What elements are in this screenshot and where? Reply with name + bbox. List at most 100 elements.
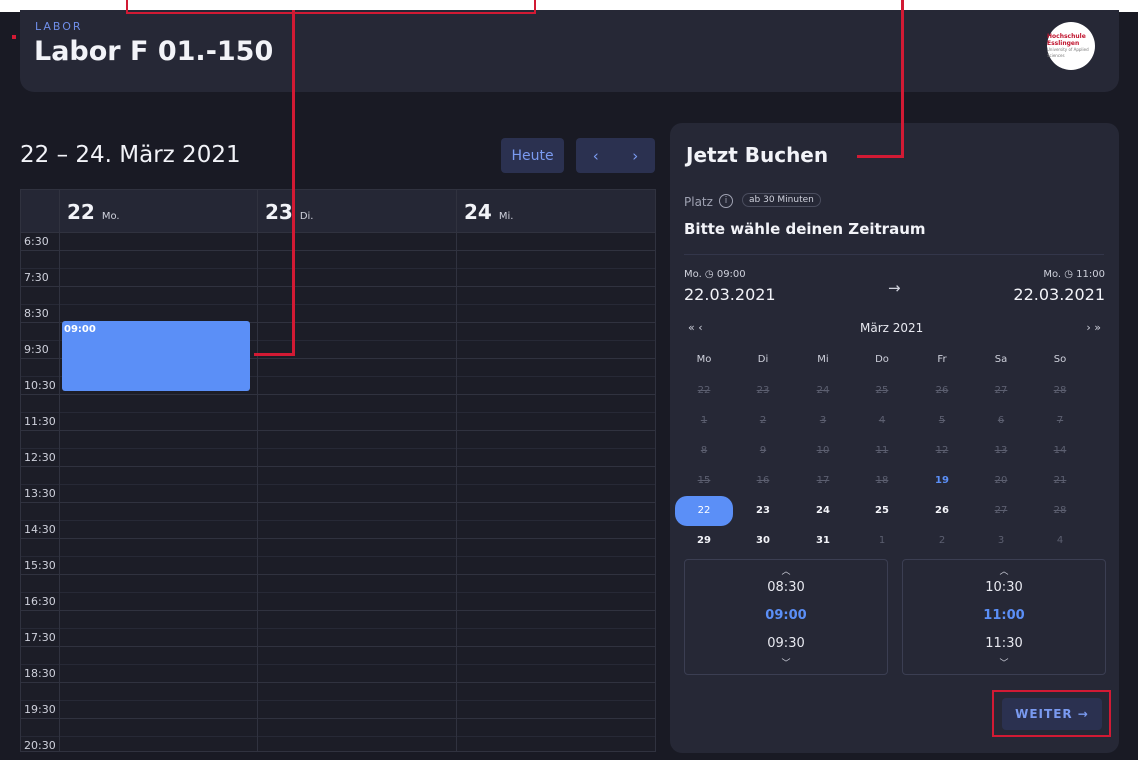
logo-line-2: University of Applied Sciences (1047, 47, 1089, 58)
start-date[interactable]: 22.03.2021 (684, 285, 776, 304)
calendar-header: 22 Mo. 23 Di. 24 Mi. (21, 190, 655, 233)
hour-gridline (21, 250, 655, 251)
start-datetime-label: Mo. ◷ 09:00 (684, 269, 746, 280)
end-datetime-label: Mo. ◷ 11:00 (1043, 269, 1105, 280)
date-cell: 28 (1053, 505, 1067, 516)
month-label[interactable]: März 2021 (860, 321, 923, 335)
university-logo: Hochschule Esslingen University of Appli… (1047, 22, 1095, 70)
date-cell: 25 (875, 385, 889, 396)
date-cell: 11 (875, 445, 889, 456)
period-prompt: Bitte wähle deinen Zeitraum (684, 220, 926, 238)
hour-gridline (21, 394, 655, 395)
half-hour-gridline (21, 736, 655, 737)
time-label: 9:30 (24, 343, 49, 356)
prev-month-nav[interactable]: « ‹ (688, 321, 703, 334)
date-cell: 20 (994, 475, 1008, 486)
header-kicker: LABOR (35, 20, 83, 33)
weekday-label: Di (757, 354, 769, 365)
platz-label: Platz (684, 195, 713, 209)
selected-date-cell[interactable]: 22 (675, 496, 733, 526)
annotation-line (901, 0, 904, 158)
hour-gridline (21, 682, 655, 683)
date-cell: 2 (759, 415, 767, 426)
day-header-23[interactable]: 23 Di. (265, 200, 313, 224)
time-label: 13:30 (24, 487, 56, 500)
page-title: Labor F 01.-150 (34, 36, 274, 67)
date-cell: 16 (756, 475, 770, 486)
date-cell: 10 (816, 445, 830, 456)
hour-gridline (21, 430, 655, 431)
hour-gridline (21, 574, 655, 575)
booking-panel: Jetzt Buchen Platz i ab 30 Minuten Bitte… (670, 123, 1119, 753)
date-cell[interactable]: 26 (922, 499, 962, 523)
chevron-right-icon[interactable]: › (616, 138, 656, 173)
half-hour-gridline (21, 592, 655, 593)
date-cell: 23 (756, 385, 770, 396)
end-time-picker[interactable]: ︿ 10:30 11:00 11:30 ﹀ (902, 559, 1106, 675)
time-label: 18:30 (24, 667, 56, 680)
date-cell[interactable]: 31 (803, 529, 843, 553)
half-hour-gridline (21, 664, 655, 665)
time-label: 8:30 (24, 307, 49, 320)
chevron-down-icon[interactable]: ﹀ (903, 656, 1105, 669)
date-cell: 13 (994, 445, 1008, 456)
hour-gridline (21, 286, 655, 287)
date-cell: 7 (1056, 415, 1064, 426)
duration-badge: ab 30 Minuten (742, 193, 821, 207)
weekday-label: Mi (817, 354, 829, 365)
date-cell: 18 (875, 475, 889, 486)
date-cell[interactable]: 30 (743, 529, 783, 553)
date-cell: 9 (759, 445, 767, 456)
date-cell: 21 (1053, 475, 1067, 486)
half-hour-gridline (21, 556, 655, 557)
chevron-up-icon[interactable]: ︿ (685, 564, 887, 577)
date-cell[interactable]: 25 (862, 499, 902, 523)
annotation-box-top (126, 0, 536, 14)
time-label: 16:30 (24, 595, 56, 608)
half-hour-gridline (21, 520, 655, 521)
date-cell[interactable]: 4 (1040, 529, 1080, 553)
date-cell: 28 (1053, 385, 1067, 396)
date-cell[interactable]: 2 (922, 529, 962, 553)
time-option[interactable]: 09:30 (685, 636, 887, 651)
today-button[interactable]: Heute (501, 138, 564, 173)
day-header-22[interactable]: 22 Mo. (67, 200, 120, 224)
date-cell: 17 (816, 475, 830, 486)
date-cell: 14 (1053, 445, 1067, 456)
annotation-line (857, 155, 904, 158)
time-option[interactable]: 10:30 (903, 580, 1105, 595)
next-month-nav[interactable]: › » (1086, 321, 1101, 334)
week-nav-group: ‹ › (576, 138, 655, 173)
date-cell: 5 (938, 415, 946, 426)
info-icon[interactable]: i (719, 194, 733, 208)
chevron-down-icon[interactable]: ﹀ (685, 656, 887, 669)
time-label: 11:30 (24, 415, 56, 428)
time-option[interactable]: 11:30 (903, 636, 1105, 651)
half-hour-gridline (21, 700, 655, 701)
half-hour-gridline (21, 628, 655, 629)
date-cell: 3 (819, 415, 827, 426)
hour-gridline (21, 538, 655, 539)
time-label: 17:30 (24, 631, 56, 644)
annotation-marker (12, 35, 16, 39)
chevron-up-icon[interactable]: ︿ (903, 564, 1105, 577)
chevron-left-icon[interactable]: ‹ (576, 138, 616, 173)
date-cell[interactable]: 19 (922, 469, 962, 493)
time-option[interactable]: 08:30 (685, 580, 887, 595)
hour-gridline (21, 718, 655, 719)
time-option-selected[interactable]: 11:00 (903, 608, 1105, 623)
day-header-24[interactable]: 24 Mi. (464, 200, 513, 224)
week-range-title: 22 – 24. März 2021 (20, 142, 241, 168)
half-hour-gridline (21, 304, 655, 305)
date-cell[interactable]: 23 (743, 499, 783, 523)
date-cell: 22 (697, 385, 711, 396)
time-option-selected[interactable]: 09:00 (685, 608, 887, 623)
end-date[interactable]: 22.03.2021 (1013, 285, 1105, 304)
start-time-picker[interactable]: ︿ 08:30 09:00 09:30 ﹀ (684, 559, 888, 675)
date-cell[interactable]: 1 (862, 529, 902, 553)
booked-event[interactable]: 09:00 (62, 321, 250, 391)
date-cell[interactable]: 24 (803, 499, 843, 523)
date-cell[interactable]: 3 (981, 529, 1021, 553)
date-cell[interactable]: 29 (684, 529, 724, 553)
lab-header: LABOR Labor F 01.-150 Hochschule Essling… (20, 10, 1119, 92)
